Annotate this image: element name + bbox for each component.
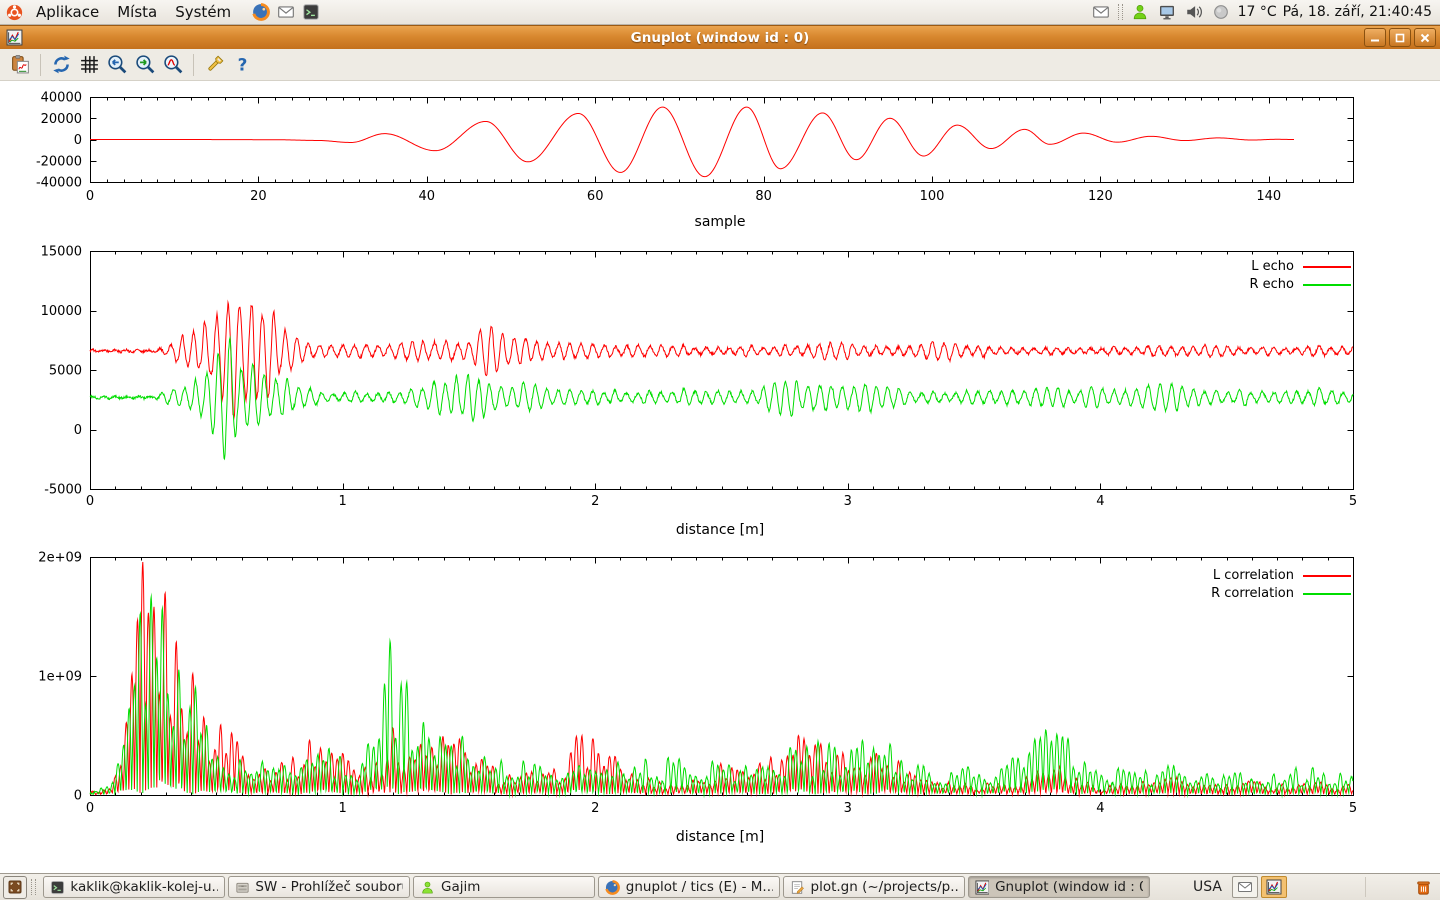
show-desktop-button[interactable] <box>3 876 27 899</box>
taskbar-item-label: kaklik@kaklik-kolej-u... <box>70 879 218 895</box>
legend-label: L correlation <box>1213 568 1294 583</box>
toolbar-separator <box>193 54 194 76</box>
taskbar-item-6[interactable]: Gnuplot (window id : 0) <box>968 876 1150 898</box>
taskbar-items: kaklik@kaklik-kolej-u... SW - Prohlížeč s… <box>43 876 1150 898</box>
taskbar-item-label: gnuplot / tics (E) - M... <box>626 879 773 895</box>
menu-mista[interactable]: Místa <box>108 0 166 24</box>
taskbar-item-label: Gajim <box>441 879 480 895</box>
gnuplot-icon <box>975 880 989 895</box>
notification-tray <box>1232 876 1287 898</box>
maximize-button[interactable] <box>1389 28 1411 47</box>
options-button[interactable] <box>200 51 228 79</box>
legend-line-red <box>1303 575 1351 577</box>
clock[interactable]: Pá, 18. září, 21:40:45 <box>1283 4 1432 20</box>
taskbar-item-label: Gnuplot (window id : 0) <box>995 879 1143 895</box>
toolbar: ? <box>0 49 1440 81</box>
mail-icon[interactable] <box>275 1 297 23</box>
legend-echo: L echo R echo <box>1249 259 1351 292</box>
menu-system[interactable]: Systém <box>166 0 240 24</box>
close-button[interactable] <box>1414 28 1436 47</box>
legend-entry: R echo <box>1249 277 1351 292</box>
taskbar-grip[interactable] <box>31 879 36 895</box>
chart-echo[interactable] <box>0 236 1440 546</box>
taskbar-separator <box>1365 877 1366 897</box>
zoom-next-button[interactable] <box>131 51 159 79</box>
legend-entry: L correlation <box>1213 568 1351 583</box>
panel-grip[interactable] <box>1118 4 1123 20</box>
menu-aplikace[interactable]: Aplikace <box>27 0 108 24</box>
svg-text:?: ? <box>237 54 247 74</box>
chart-sample-waveform[interactable] <box>0 81 1440 236</box>
plot-area: sample distance [m] distance [m] L echo … <box>0 81 1440 873</box>
minimize-button[interactable] <box>1364 28 1386 47</box>
terminal-icon <box>50 880 64 895</box>
help-button[interactable]: ? <box>228 51 256 79</box>
file-manager-icon <box>235 880 249 895</box>
toolbar-separator <box>40 54 41 76</box>
display-icon[interactable] <box>1156 1 1178 23</box>
legend-line-red <box>1303 266 1351 268</box>
desktop: AplikaceMístaSystém 17 °C Pá, 18. září, … <box>0 0 1440 900</box>
tray-button-gnuplot-icon[interactable] <box>1261 876 1287 898</box>
legend-line-green <box>1303 284 1351 286</box>
keyboard-layout-indicator[interactable]: USA <box>1193 879 1222 895</box>
taskbar: kaklik@kaklik-kolej-u... SW - Prohlížeč s… <box>0 873 1440 900</box>
legend-label: L echo <box>1251 259 1294 274</box>
taskbar-item-label: plot.gn (~/projects/p... <box>811 879 959 895</box>
volume-icon[interactable] <box>1183 1 1205 23</box>
xlabel-distance-echo: distance [m] <box>0 522 1440 538</box>
firefox-icon[interactable] <box>250 1 272 23</box>
legend-entry: R correlation <box>1211 586 1351 601</box>
panel-launchers <box>250 1 322 23</box>
refresh-button[interactable] <box>47 51 75 79</box>
text-editor-icon <box>790 880 805 895</box>
gajim-icon <box>420 880 435 895</box>
tray-icons <box>1129 1 1232 23</box>
top-panel: AplikaceMístaSystém 17 °C Pá, 18. září, … <box>0 0 1440 25</box>
terminal-icon[interactable] <box>300 1 322 23</box>
tray-button-mail-icon[interactable] <box>1232 876 1258 898</box>
taskbar-item-label: SW - Prohlížeč souborů <box>255 879 403 895</box>
taskbar-right: USA <box>1193 876 1440 898</box>
taskbar-item-2[interactable]: SW - Prohlížeč souborů <box>228 876 410 898</box>
tray-left <box>1090 1 1112 23</box>
legend-correlation: L correlation R correlation <box>1211 568 1351 601</box>
window-buttons <box>1364 28 1436 47</box>
zoom-reset-button[interactable] <box>159 51 187 79</box>
xlabel-sample: sample <box>0 214 1440 230</box>
panel-left: AplikaceMístaSystém <box>0 0 322 24</box>
trash-icon[interactable] <box>1412 876 1434 898</box>
legend-line-green <box>1303 593 1351 595</box>
legend-entry: L echo <box>1251 259 1351 274</box>
taskbar-item-1[interactable]: kaklik@kaklik-kolej-u... <box>43 876 225 898</box>
ubuntu-logo-icon[interactable] <box>5 3 23 21</box>
tray-mail-icon[interactable] <box>1090 1 1112 23</box>
weather-icon[interactable] <box>1210 1 1232 23</box>
window-title: Gnuplot (window id : 0) <box>0 30 1440 46</box>
taskbar-item-4[interactable]: gnuplot / tics (E) - M... <box>598 876 780 898</box>
user-switcher-icon[interactable] <box>1129 1 1151 23</box>
legend-label: R correlation <box>1211 586 1294 601</box>
temperature-indicator: 17 °C <box>1238 4 1277 20</box>
legend-label: R echo <box>1249 277 1294 292</box>
zoom-previous-button[interactable] <box>103 51 131 79</box>
firefox-icon <box>605 880 620 895</box>
taskbar-item-3[interactable]: Gajim <box>413 876 595 898</box>
taskbar-item-5[interactable]: plot.gn (~/projects/p... <box>783 876 965 898</box>
panel-menus: AplikaceMístaSystém <box>27 0 240 24</box>
window-titlebar[interactable]: Gnuplot (window id : 0) <box>0 25 1440 49</box>
xlabel-distance-correlation: distance [m] <box>0 829 1440 845</box>
grid-button[interactable] <box>75 51 103 79</box>
panel-right: 17 °C Pá, 18. září, 21:40:45 <box>1090 0 1440 24</box>
copy-plot-button[interactable] <box>6 51 34 79</box>
